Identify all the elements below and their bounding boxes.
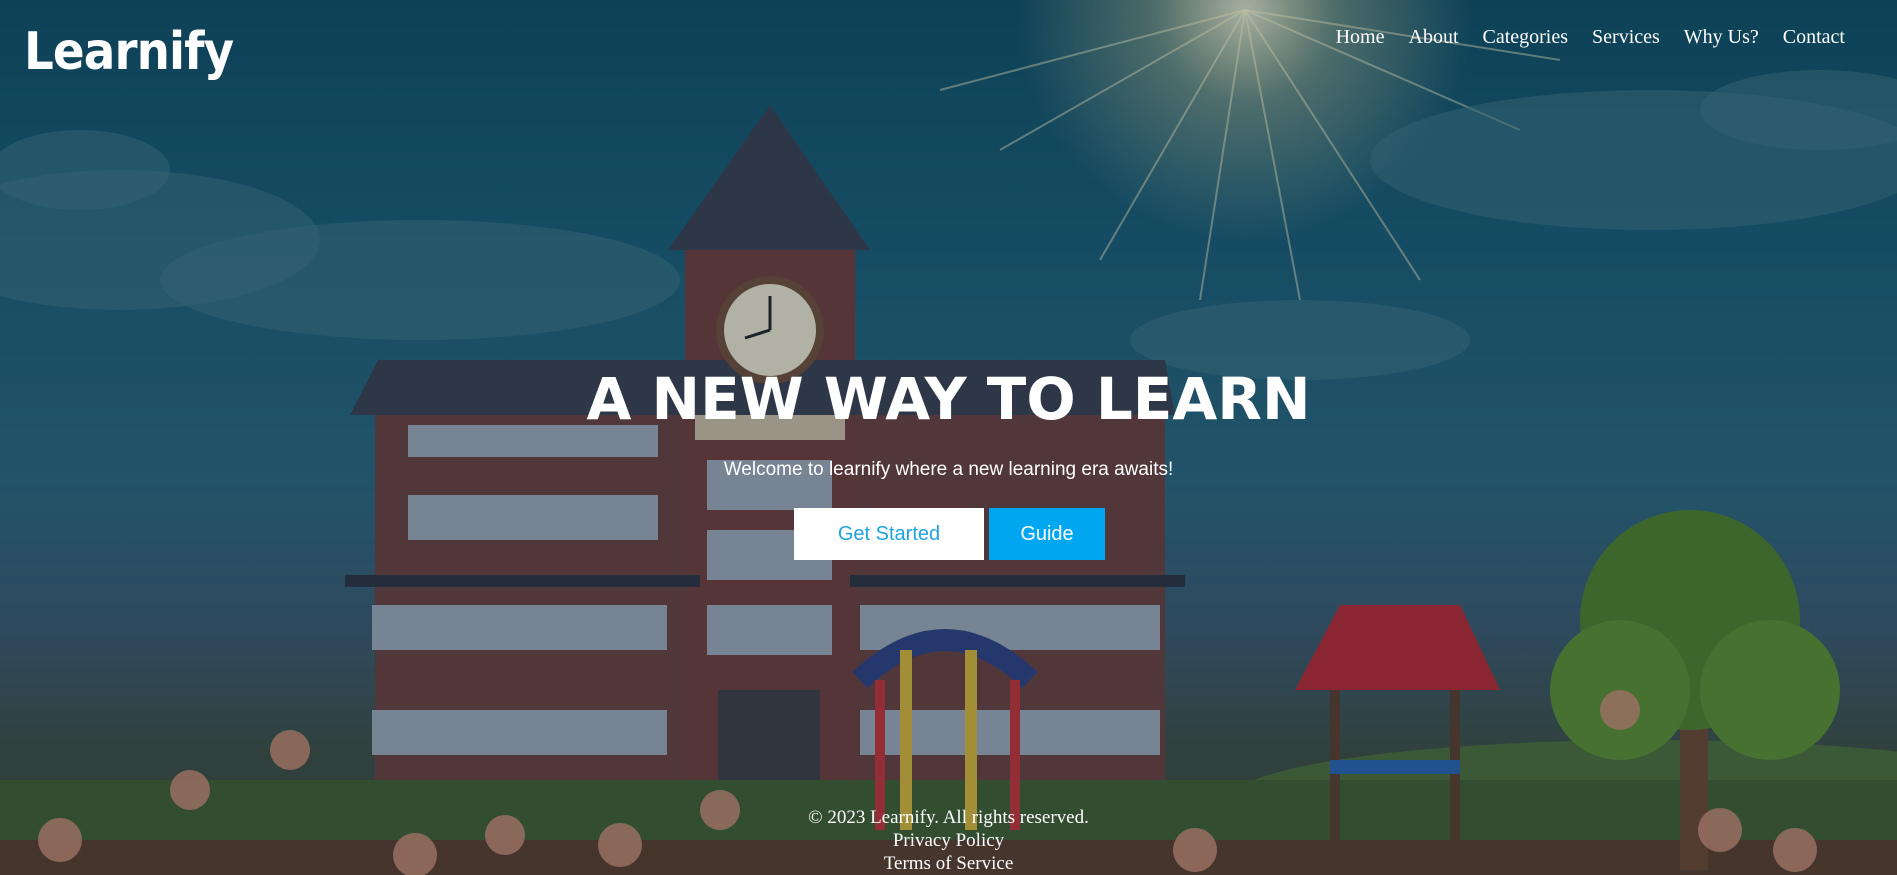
dark-overlay: [0, 0, 1897, 875]
hero-buttons: Get Started Guide: [794, 508, 1105, 560]
brand-logo[interactable]: Learnify: [24, 22, 234, 82]
guide-button[interactable]: Guide: [989, 508, 1105, 560]
nav-item-categories[interactable]: Categories: [1471, 24, 1581, 50]
nav-item-home[interactable]: Home: [1324, 24, 1397, 50]
nav-item-why-us[interactable]: Why Us?: [1672, 24, 1771, 50]
hero-title: A NEW WAY TO LEARN: [586, 365, 1311, 433]
get-started-button[interactable]: Get Started: [794, 508, 984, 560]
nav-item-about[interactable]: About: [1397, 24, 1471, 50]
hero-section: Learnify Home About Categories Services …: [0, 0, 1897, 875]
footer-copyright: © 2023 Learnify. All rights reserved.: [808, 807, 1089, 828]
footer: © 2023 Learnify. All rights reserved. Pr…: [0, 806, 1897, 875]
hero-subtitle: Welcome to learnify where a new learning…: [723, 459, 1174, 480]
nav-item-contact[interactable]: Contact: [1771, 24, 1857, 50]
main-nav: Home About Categories Services Why Us? C…: [1324, 24, 1857, 50]
nav-item-services[interactable]: Services: [1580, 24, 1672, 50]
terms-of-service-link[interactable]: Terms of Service: [0, 852, 1897, 875]
privacy-policy-link[interactable]: Privacy Policy: [0, 829, 1897, 852]
